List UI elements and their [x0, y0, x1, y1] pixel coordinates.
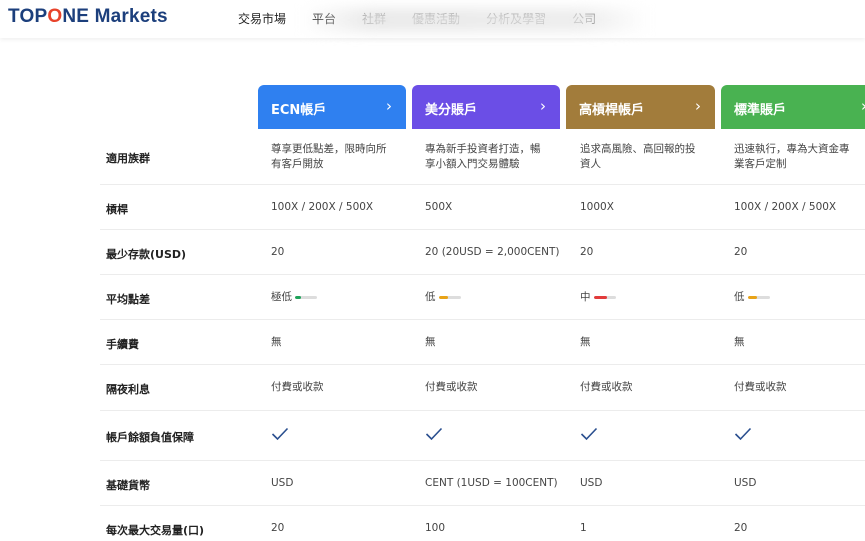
- table-cell: 追求高風險、高回報的投資人: [580, 143, 696, 170]
- nav-item-markets[interactable]: 交易市場: [238, 10, 286, 27]
- spread-level-text: 極低: [271, 291, 292, 303]
- nav-item-analysis[interactable]: 分析及學習: [486, 10, 546, 27]
- table-cell: USD: [580, 477, 603, 489]
- spread-bar-fill: [438, 296, 449, 299]
- spread-indicator: 中: [580, 290, 720, 305]
- table-row-commission: 手續費 無 無 無 無: [100, 320, 865, 365]
- table-cell: 付費或收款: [271, 381, 324, 393]
- table-cell: 無: [425, 336, 436, 348]
- table-cell: 迅速執行，專為大資金專業客戶定制: [734, 143, 850, 170]
- account-card-cent[interactable]: 美分賬戶 ›: [412, 85, 560, 129]
- table-cell: 20 (20USD = 2,000CENT): [425, 246, 560, 258]
- account-card-title: 美分賬戶: [425, 103, 478, 118]
- check-icon: [580, 427, 720, 446]
- account-card-title: 高槓桿帳戶: [579, 103, 645, 118]
- nav-item-company[interactable]: 公司: [572, 10, 596, 27]
- chevron-right-icon: ›: [386, 97, 392, 115]
- table-cell: 付費或收款: [734, 381, 787, 393]
- table-cell: 付費或收款: [425, 381, 478, 393]
- top-header: TOPONE Markets 交易市場 平台 社群 優惠活動 分析及學習 公司: [0, 0, 865, 38]
- table-cell: 1: [580, 522, 587, 534]
- table-row-base-currency: 基礎貨幣 USD CENT (1USD = 100CENT) USD USD: [100, 461, 865, 506]
- table-cell: USD: [271, 477, 294, 489]
- brand-logo[interactable]: TOPONE Markets: [8, 6, 168, 28]
- table-row-target: 適用族群 尊享更低點差，限時向所有客戶開放 專為新手投資者打造，暢享小額入門交易…: [100, 129, 865, 185]
- table-cell: 無: [734, 336, 745, 348]
- table-cell: 1000X: [580, 201, 614, 213]
- row-label: 隔夜利息: [106, 383, 150, 396]
- spread-bar: [593, 296, 616, 299]
- table-cell: USD: [734, 477, 757, 489]
- table-cell: 尊享更低點差，限時向所有客戶開放: [271, 143, 387, 170]
- table-cell: 20: [734, 522, 748, 534]
- table-cell: CENT (1USD = 100CENT): [425, 477, 558, 489]
- row-label: 最少存款(USD): [106, 248, 187, 261]
- table-row-negative-balance: 帳戶餘額負值保障: [100, 411, 865, 461]
- spread-bar-fill: [295, 296, 301, 299]
- row-label: 每次最大交易量(口): [106, 524, 205, 537]
- spread-bar-fill: [747, 296, 758, 299]
- table-row-spread: 平均點差 極低 低 中 低: [100, 275, 865, 320]
- table-cell: 無: [271, 336, 282, 348]
- account-card-title: 標準賬戶: [734, 103, 787, 118]
- row-label: 基礎貨幣: [106, 479, 150, 492]
- table-cell: 專為新手投資者打造，暢享小額入門交易體驗: [425, 143, 541, 170]
- table-row-leverage: 槓桿 100X / 200X / 500X 500X 1000X 100X / …: [100, 185, 865, 230]
- table-cell: 付費或收款: [580, 381, 633, 393]
- row-label: 槓桿: [106, 203, 128, 216]
- check-icon: [425, 427, 565, 446]
- spread-bar: [295, 296, 317, 299]
- main-nav: 交易市場 平台 社群 優惠活動 分析及學習 公司: [238, 10, 622, 27]
- spread-bar-fill: [593, 296, 607, 299]
- spread-bar: [438, 296, 461, 299]
- table-cell: 20: [734, 246, 748, 258]
- spread-indicator: 低: [734, 290, 865, 305]
- chevron-right-icon: ›: [695, 97, 701, 115]
- check-icon: [271, 427, 411, 446]
- table-row-min-deposit: 最少存款(USD) 20 20 (20USD = 2,000CENT) 20 2…: [100, 230, 865, 275]
- spread-indicator: 低: [425, 290, 565, 305]
- account-card-ecn[interactable]: ECN帳戶 ›: [258, 85, 406, 129]
- table-cell: 100X / 200X / 500X: [271, 201, 374, 213]
- table-row-max-volume: 每次最大交易量(口) 20 100 1 20: [100, 506, 865, 541]
- spread-level-text: 中: [580, 291, 591, 303]
- row-label: 適用族群: [106, 152, 150, 165]
- table-cell: 100: [425, 522, 446, 534]
- row-label: 手續費: [106, 338, 139, 351]
- chevron-right-icon: ›: [540, 97, 546, 115]
- check-icon: [734, 427, 865, 446]
- spread-level-text: 低: [734, 291, 745, 303]
- spread-bar: [747, 296, 770, 299]
- table-cell: 20: [271, 246, 285, 258]
- account-card-standard[interactable]: 標準賬戶 ›: [721, 85, 865, 129]
- table-cell: 無: [580, 336, 591, 348]
- chevron-right-icon: ›: [861, 97, 865, 115]
- table-row-swap: 隔夜利息 付費或收款 付費或收款 付費或收款 付費或收款: [100, 365, 865, 411]
- table-cell: 20: [271, 522, 285, 534]
- nav-item-community[interactable]: 社群: [362, 10, 386, 27]
- table-cell: 500X: [425, 201, 453, 213]
- spread-indicator: 極低: [271, 290, 411, 305]
- spread-level-text: 低: [425, 291, 436, 303]
- account-card-title: ECN帳戶: [271, 103, 327, 118]
- table-cell: 20: [580, 246, 594, 258]
- row-label: 平均點差: [106, 293, 150, 306]
- table-cell: 100X / 200X / 500X: [734, 201, 837, 213]
- account-card-high-leverage[interactable]: 高槓桿帳戶 ›: [566, 85, 715, 129]
- row-label: 帳戶餘額負值保障: [106, 431, 194, 444]
- nav-item-promotions[interactable]: 優惠活動: [412, 10, 460, 27]
- nav-item-platform[interactable]: 平台: [312, 10, 336, 27]
